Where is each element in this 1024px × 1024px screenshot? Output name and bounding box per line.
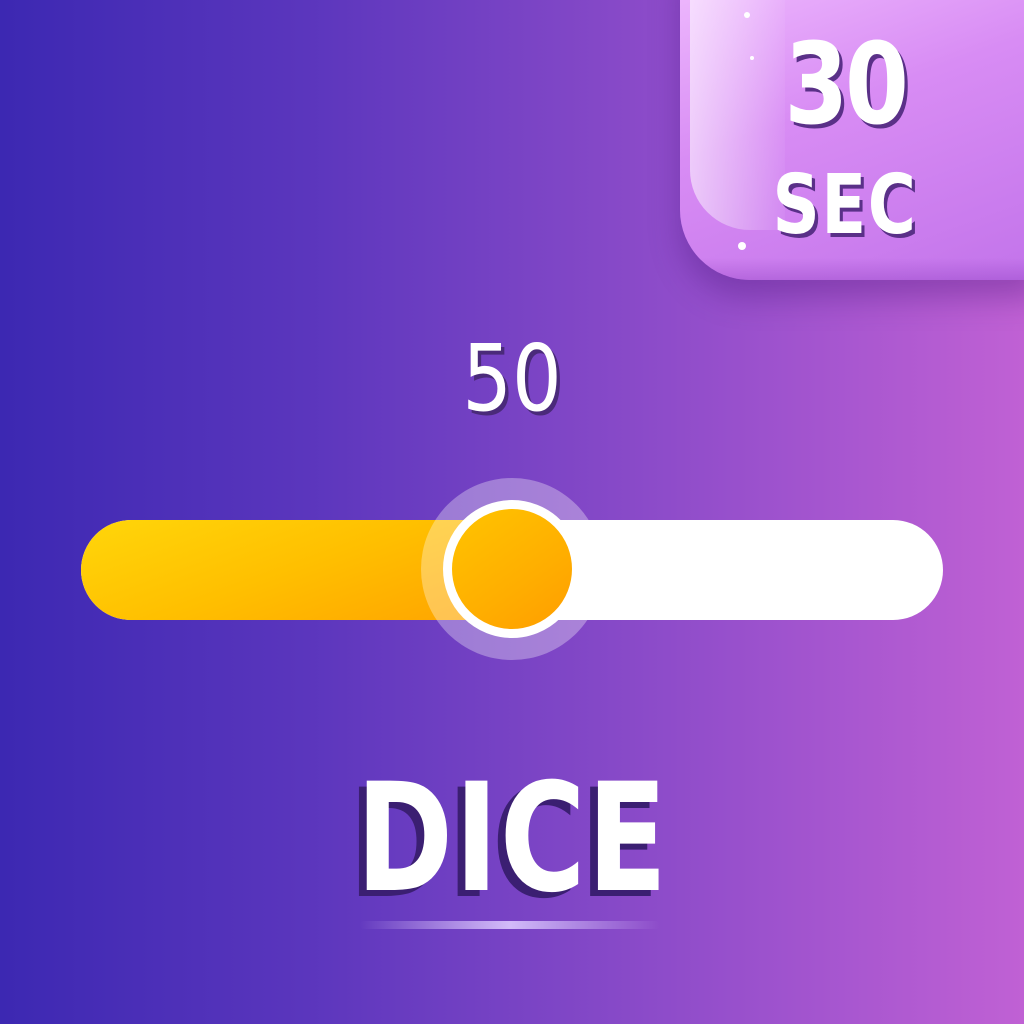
timer-value: 30	[784, 20, 909, 150]
timer-unit: SEC	[772, 158, 918, 253]
title-underline	[360, 921, 660, 929]
game-title: DICE	[356, 752, 669, 926]
badge-edge	[680, 258, 1024, 280]
slider-value-label: 50	[462, 325, 562, 432]
sparkle-icon	[750, 56, 754, 60]
sparkle-icon	[744, 12, 750, 18]
slider-thumb[interactable]	[443, 500, 581, 638]
sparkle-icon	[738, 242, 746, 250]
